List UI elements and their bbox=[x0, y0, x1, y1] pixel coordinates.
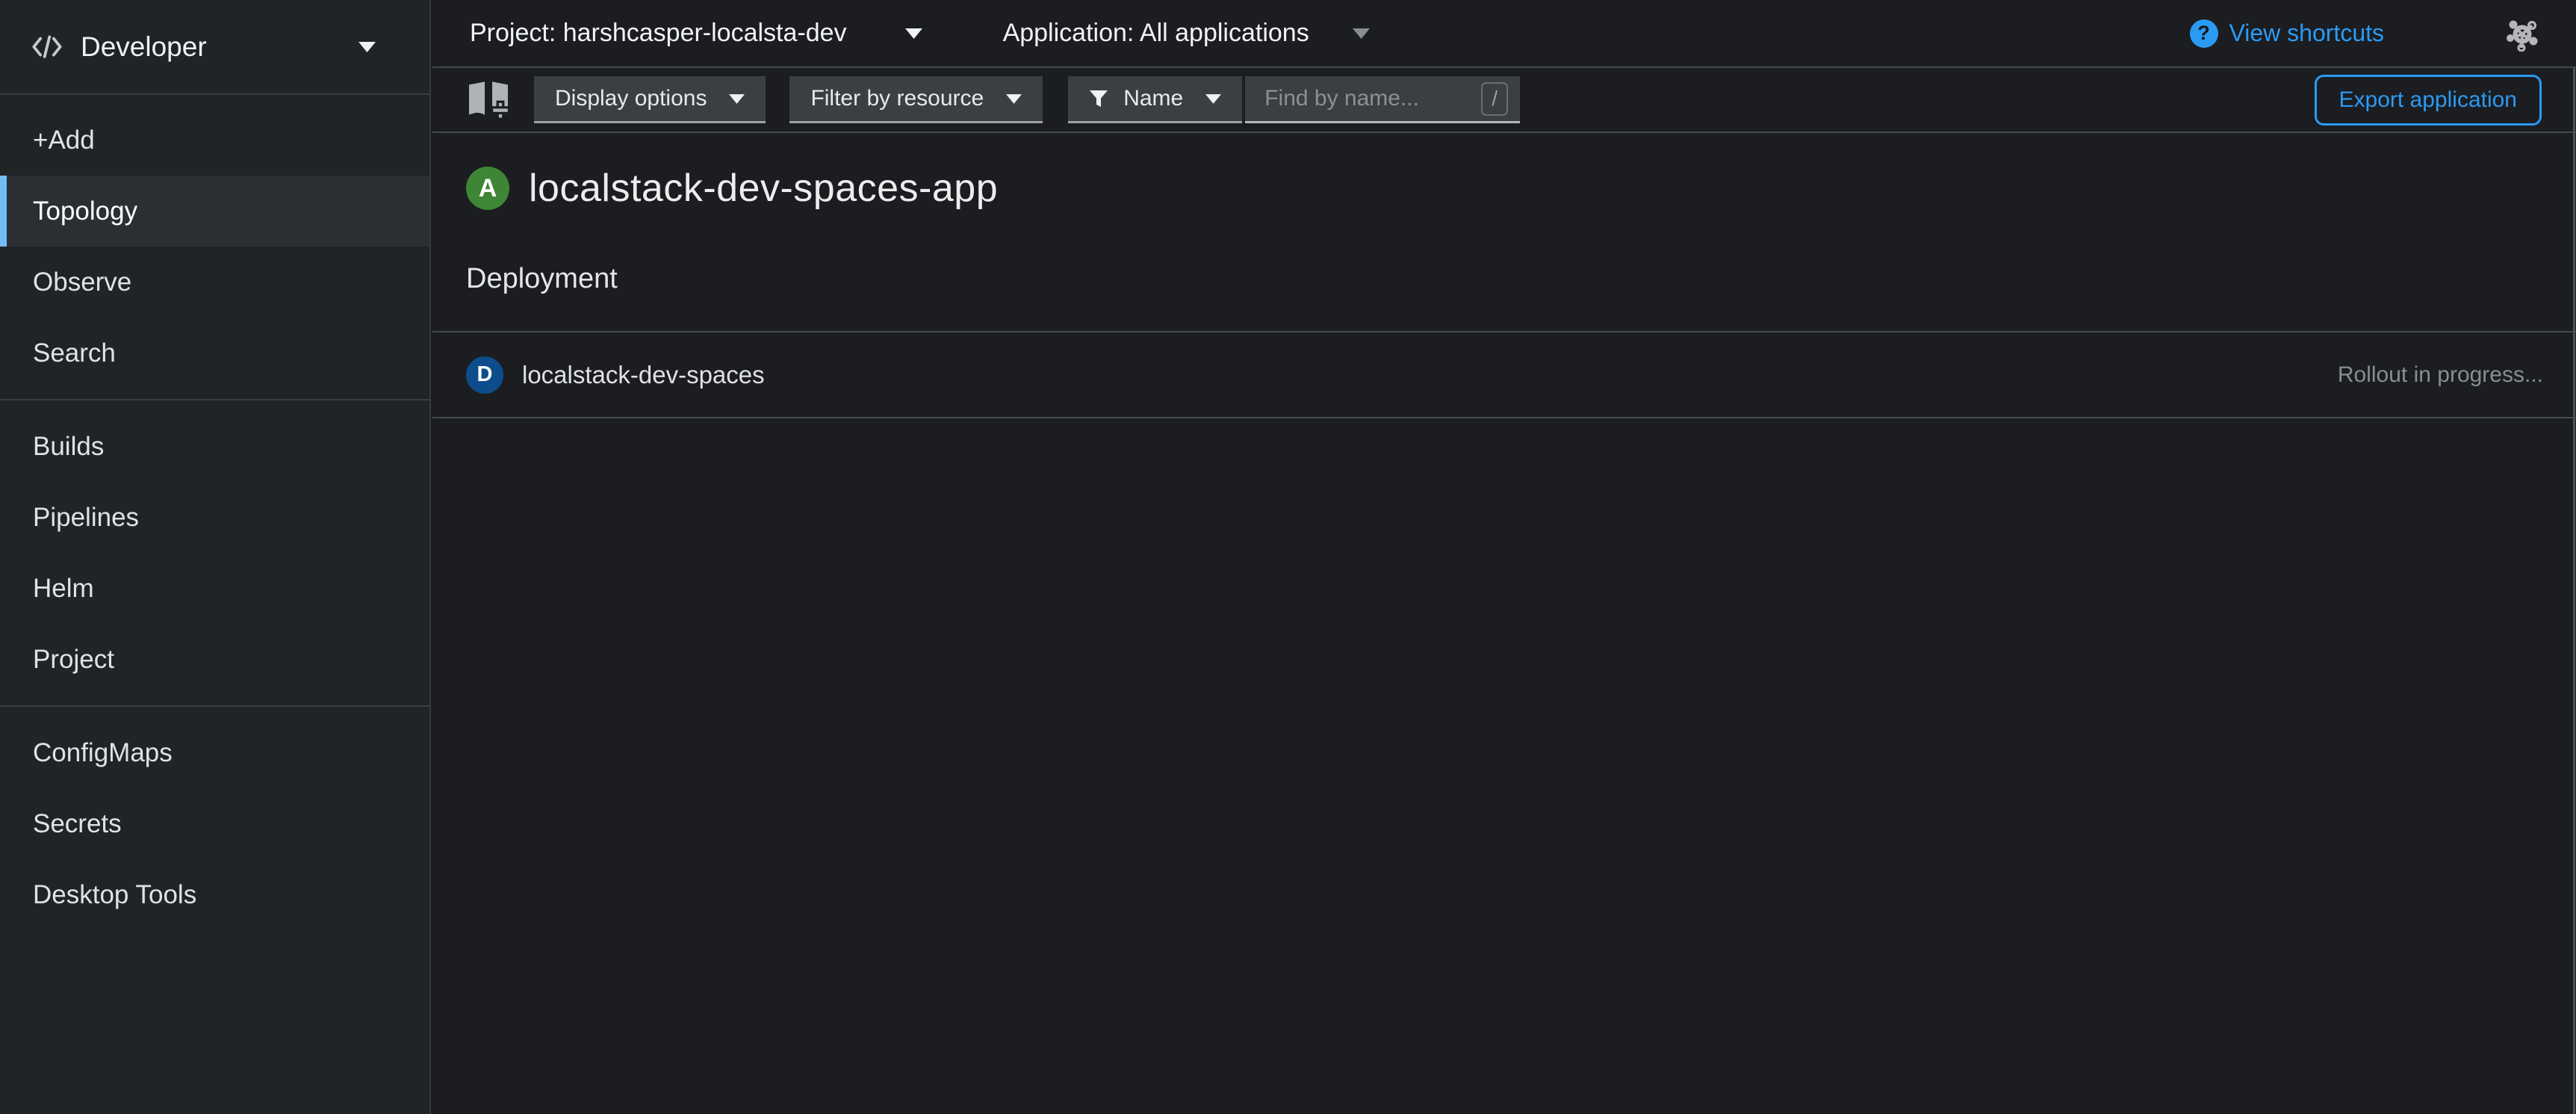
application-name[interactable]: localstack-dev-spaces-app bbox=[529, 166, 998, 211]
project-selector-label: Project: harshcasper-localsta-dev bbox=[470, 19, 847, 48]
project-selector[interactable]: Project: harshcasper-localsta-dev bbox=[470, 19, 922, 48]
filter-by-resource-label: Filter by resource bbox=[810, 86, 984, 111]
name-filter-label: Name bbox=[1123, 86, 1183, 111]
view-shortcuts-label: View shortcuts bbox=[2229, 19, 2385, 47]
sidebar: Developer +Add Topology Observe Search B… bbox=[0, 0, 431, 1114]
resource-row[interactable]: D localstack-dev-spaces Rollout in progr… bbox=[432, 331, 2576, 418]
display-options-dropdown[interactable]: Display options bbox=[534, 76, 766, 123]
caret-down-icon bbox=[1006, 94, 1022, 104]
application-badge: A bbox=[466, 167, 509, 210]
masthead: Project: harshcasper-localsta-dev Applic… bbox=[432, 0, 2576, 68]
sidebar-item-builds[interactable]: Builds bbox=[0, 411, 429, 482]
sidebar-nav: +Add Topology Observe Search Builds Pipe… bbox=[0, 95, 429, 930]
caret-down-icon bbox=[729, 94, 745, 104]
masthead-right: ? View shortcuts bbox=[2190, 16, 2576, 52]
sidebar-item-pipelines[interactable]: Pipelines bbox=[0, 482, 429, 553]
help-icon: ? bbox=[2190, 19, 2218, 48]
perspective-switcher[interactable]: Developer bbox=[0, 0, 429, 95]
sidebar-item-helm[interactable]: Helm bbox=[0, 553, 429, 624]
slash-shortcut-key: / bbox=[1481, 82, 1508, 116]
resource-name[interactable]: localstack-dev-spaces bbox=[522, 361, 765, 389]
display-options-label: Display options bbox=[555, 86, 707, 111]
catalog-add-icon[interactable] bbox=[465, 79, 512, 121]
main-area: Project: harshcasper-localsta-dev Applic… bbox=[432, 0, 2576, 1114]
sidebar-item-observe[interactable]: Observe bbox=[0, 247, 429, 318]
chevron-down-icon bbox=[1353, 28, 1370, 39]
application-group-heading: A localstack-dev-spaces-app bbox=[466, 166, 2576, 211]
resource-status: Rollout in progress... bbox=[2338, 362, 2543, 388]
topology-graph-icon[interactable] bbox=[2504, 16, 2539, 52]
find-by-name-field: / bbox=[1245, 76, 1520, 123]
filter-funnel-icon bbox=[1089, 89, 1108, 108]
deployment-badge: D bbox=[466, 356, 503, 394]
name-filter-dropdown[interactable]: Name bbox=[1068, 76, 1242, 123]
sidebar-item-project[interactable]: Project bbox=[0, 624, 429, 695]
view-shortcuts-link[interactable]: ? View shortcuts bbox=[2190, 19, 2385, 48]
sidebar-item-search[interactable]: Search bbox=[0, 318, 429, 389]
find-by-name-input[interactable] bbox=[1263, 85, 1481, 112]
perspective-label: Developer bbox=[81, 31, 207, 63]
export-application-button[interactable]: Export application bbox=[2315, 75, 2542, 126]
topology-list-view: A localstack-dev-spaces-app Deployment D… bbox=[432, 133, 2576, 418]
topology-toolbar: Display options Filter by resource Name bbox=[432, 68, 2576, 133]
application-selector[interactable]: Application: All applications bbox=[1003, 19, 1370, 48]
caret-down-icon bbox=[1205, 94, 1221, 104]
sidebar-item-desktop-tools[interactable]: Desktop Tools bbox=[0, 859, 429, 930]
chevron-down-icon bbox=[905, 28, 922, 39]
sidebar-item-configmaps[interactable]: ConfigMaps bbox=[0, 717, 429, 788]
resource-list: D localstack-dev-spaces Rollout in progr… bbox=[432, 331, 2576, 418]
sidebar-item-topology[interactable]: Topology bbox=[0, 176, 429, 247]
sidebar-item-secrets[interactable]: Secrets bbox=[0, 788, 429, 859]
sidebar-divider bbox=[0, 399, 429, 400]
filter-by-resource-dropdown[interactable]: Filter by resource bbox=[789, 76, 1043, 123]
sidebar-item-add[interactable]: +Add bbox=[0, 105, 429, 176]
code-icon bbox=[31, 34, 63, 60]
chevron-down-icon bbox=[359, 42, 376, 52]
resource-kind-heading: Deployment bbox=[466, 263, 2576, 295]
name-filter-group: Name / bbox=[1068, 76, 1520, 123]
application-selector-label: Application: All applications bbox=[1003, 19, 1309, 48]
sidebar-divider bbox=[0, 705, 429, 707]
